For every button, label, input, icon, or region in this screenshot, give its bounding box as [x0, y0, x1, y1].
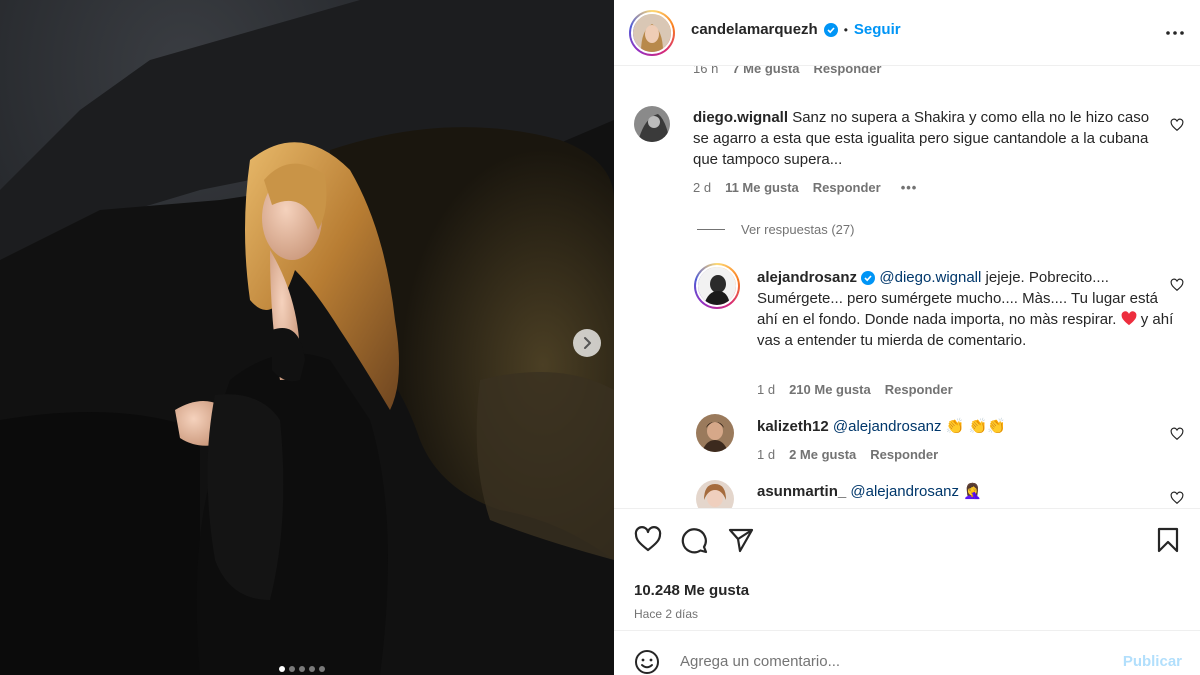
verified-badge-icon [861, 271, 876, 286]
publish-button[interactable]: Publicar [1123, 653, 1182, 670]
comment-username[interactable]: diego.wignall [693, 109, 788, 126]
reply-username[interactable]: asunmartin_ [757, 483, 846, 500]
carousel-dot [279, 666, 285, 672]
comment-likes[interactable]: 2 Me gusta [789, 447, 856, 462]
previous-comment-meta: 16 h 7 Me gusta Responder [693, 66, 881, 76]
comments-list: 16 h 7 Me gusta Responder diego.wignall … [614, 66, 1200, 508]
paper-plane-icon[interactable] [727, 526, 755, 554]
more-options-icon[interactable] [1164, 22, 1186, 44]
view-replies-line [697, 229, 725, 230]
post-photo [0, 0, 614, 675]
comment-bubble-icon[interactable] [680, 526, 708, 554]
post-panel: candelamarquezh • Seguir 16 h 7 Me gusta… [614, 0, 1200, 675]
reply-button[interactable]: Responder [813, 180, 881, 195]
view-replies-button[interactable]: Ver respuestas (27) [697, 222, 854, 237]
reply-username[interactable]: kalizeth12 [757, 418, 829, 435]
reply-mention[interactable]: @alejandrosanz [850, 483, 959, 500]
view-replies-label: Ver respuestas (27) [741, 222, 855, 237]
post-actions: 10.248 Me gusta Hace 2 días [614, 508, 1200, 630]
comment-time: 2 d [693, 180, 712, 195]
add-comment-bar: Publicar [614, 630, 1200, 675]
avatar-image [696, 480, 734, 508]
heart-icon[interactable] [634, 526, 662, 552]
commenter-avatar[interactable] [634, 106, 670, 142]
comment-time: 1 d [757, 382, 776, 397]
bookmark-icon[interactable] [1156, 526, 1180, 554]
chevron-right-icon [584, 337, 591, 349]
avatar-image [633, 14, 671, 52]
avatar-image [634, 106, 670, 142]
comment-likes[interactable]: 7 Me gusta [732, 66, 799, 76]
comment-options-button[interactable]: ••• [901, 180, 918, 195]
reply-body: asunmartin_ @alejandrosanz 🤦‍♀️ [757, 481, 1177, 502]
heart-icon[interactable] [1170, 118, 1184, 132]
comment-likes[interactable]: 11 Me gusta [725, 180, 799, 195]
reply-avatar[interactable] [694, 263, 740, 309]
reply-button[interactable]: Responder [870, 447, 938, 462]
comment-likes[interactable]: 210 Me gusta [789, 382, 871, 397]
reply-mention[interactable]: @alejandrosanz [833, 418, 942, 435]
likes-count[interactable]: 10.248 Me gusta [634, 582, 749, 599]
header-separator: • [843, 22, 848, 37]
comment-time: 1 d [757, 447, 776, 462]
heart-icon[interactable] [1170, 278, 1184, 292]
reply-meta: 1 d 2 Me gusta Responder [757, 447, 938, 462]
comment-meta: 2 d 11 Me gusta Responder ••• [693, 180, 917, 195]
carousel-dots [279, 666, 325, 672]
author-avatar[interactable] [629, 10, 675, 56]
carousel-dot [309, 666, 315, 672]
post-header: candelamarquezh • Seguir [614, 0, 1200, 66]
verified-badge-icon [823, 22, 838, 37]
avatar-image [698, 267, 736, 305]
author-username[interactable]: candelamarquezh [691, 21, 818, 38]
reply-button[interactable]: Responder [814, 66, 882, 76]
carousel-dot [289, 666, 295, 672]
photo-scene [0, 0, 614, 675]
comment-time: 16 h [693, 66, 719, 76]
carousel-dot [299, 666, 305, 672]
reply-emoji: 🤦‍♀️ [963, 483, 982, 500]
comment-body: diego.wignall Sanz no supera a Shakira y… [693, 107, 1163, 170]
heart-icon[interactable] [1170, 427, 1184, 441]
reply-body: alejandrosanz @diego.wignall jejeje. Pob… [757, 267, 1177, 351]
reply-button[interactable]: Responder [885, 382, 953, 397]
reply-avatar[interactable] [696, 414, 734, 452]
reply-username[interactable]: alejandrosanz [757, 269, 857, 286]
red-heart-emoji-icon [1121, 311, 1136, 326]
post-date: Hace 2 días [634, 607, 699, 621]
reply-body: kalizeth12 @alejandrosanz 👏 👏👏 [757, 416, 1177, 437]
comment-input[interactable] [680, 653, 1080, 670]
carousel-next-button[interactable] [573, 329, 601, 357]
reply-mention[interactable]: @diego.wignall [879, 269, 981, 286]
avatar-image [696, 414, 734, 452]
reply-emoji: 👏 👏👏 [945, 418, 1006, 435]
follow-button[interactable]: Seguir [854, 21, 901, 38]
carousel-dot [319, 666, 325, 672]
heart-icon[interactable] [1170, 491, 1184, 505]
reply-meta: 1 d 210 Me gusta Responder [757, 382, 953, 397]
reply-avatar[interactable] [696, 480, 734, 508]
smiley-icon[interactable] [634, 649, 660, 675]
